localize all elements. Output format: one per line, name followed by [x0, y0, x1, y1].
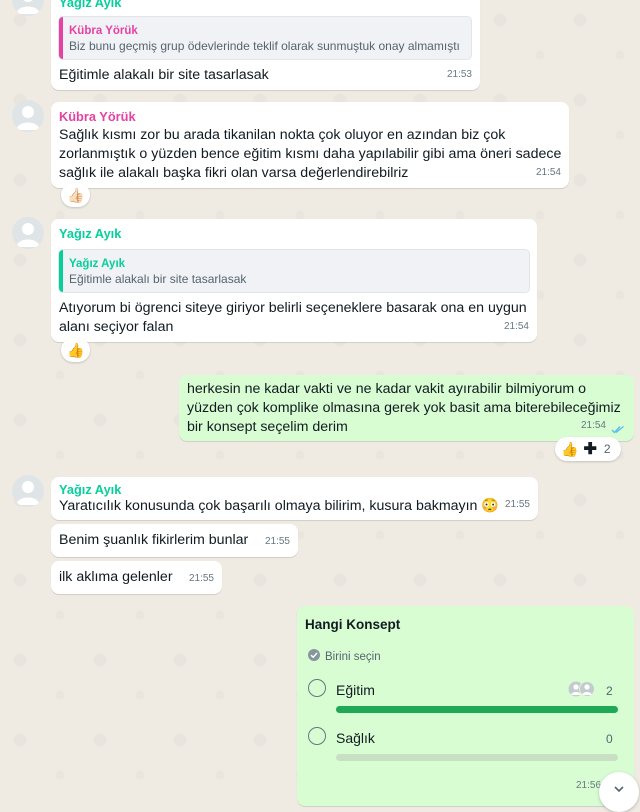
message-time: 21:55 — [188, 573, 214, 584]
check-circle-icon — [308, 649, 320, 661]
poll-option-radio[interactable] — [308, 679, 326, 697]
default-avatar-icon — [16, 106, 40, 130]
thumbs-up-icon: 👍🏻 — [67, 186, 85, 203]
poll-option-votes: 0 — [606, 732, 613, 746]
message-time: 21:54 — [580, 420, 606, 431]
thumbs-up-icon: 👍 — [561, 440, 579, 457]
reaction-badge[interactable]: 👍 ✚ 2 — [555, 437, 621, 461]
default-avatar-icon — [16, 481, 40, 505]
message-bubble[interactable]: Yağız Ayık Yaratıcılık konusunda çok baş… — [51, 477, 538, 520]
default-avatar-icon — [16, 0, 40, 14]
quote-text: Biz bunu geçmiş grup ödevlerinde teklif … — [69, 39, 460, 53]
poll-option-votes: 2 — [606, 684, 613, 698]
sender-name[interactable]: Yağız Ayık — [59, 0, 121, 11]
message-line: bir konsept seçelim derim — [187, 419, 348, 435]
poll-option-label[interactable]: Eğitim — [336, 681, 375, 700]
message-text: Yaratıcılık konusunda çok başarılı olmay… — [59, 498, 500, 514]
message-time: 21:55 — [504, 499, 530, 510]
message-text: Benim şuanlık fikirlerim bunlar — [59, 532, 249, 548]
thumbs-up-icon: 👍 — [67, 341, 85, 358]
voter-avatars-icon — [568, 681, 595, 697]
poll-option-radio[interactable] — [308, 727, 326, 745]
message-bubble[interactable]: Benim şuanlık fikirlerim bunlar 21:55 — [51, 524, 298, 557]
double-check-icon — [611, 425, 624, 434]
scroll-down-button[interactable] — [599, 772, 639, 812]
quoted-message[interactable]: Kübra Yörük Biz bunu geçmiş grup ödevler… — [58, 16, 472, 60]
avatar[interactable] — [12, 0, 44, 16]
avatar[interactable] — [12, 217, 44, 249]
poll-bubble[interactable]: Hangi Konsept Birini seçin Eğitim 2 Sağl… — [297, 606, 634, 806]
message-line: herkesin ne kadar vakti ve ne kadar vaki… — [187, 381, 586, 397]
sender-name[interactable]: Yağız Ayık — [59, 226, 121, 242]
poll-option-label[interactable]: Sağlık — [336, 729, 375, 748]
quote-text: Eğitimle alakalı bir site tasarlasak — [69, 272, 247, 286]
message-time: 21:54 — [503, 321, 529, 332]
quoted-message[interactable]: Yağız Ayık Eğitimle alakalı bir site tas… — [58, 249, 530, 293]
reaction-count: 2 — [603, 442, 611, 456]
sender-name[interactable]: Yağız Ayık — [59, 482, 121, 498]
poll-option-bar-fill — [336, 706, 618, 713]
sender-name[interactable]: Kübra Yörük — [59, 109, 136, 125]
message-time: 21:55 — [264, 536, 290, 547]
avatar[interactable] — [12, 475, 44, 507]
message-line: zorlanmıştık o yüzden bence eğitim kısmı… — [59, 146, 562, 162]
reaction-badge[interactable]: 👍 — [61, 338, 91, 362]
message-line: yüzden çok komplike olmasına gerek yok b… — [187, 400, 621, 416]
quote-bar — [59, 17, 63, 59]
poll-option-bar — [336, 706, 618, 713]
message-time: 21:53 — [446, 69, 472, 80]
outgoing-message-bubble[interactable]: herkesin ne kadar vakti ve ne kadar vaki… — [179, 375, 634, 441]
message-time: 21:56 — [576, 780, 602, 791]
reaction-badge[interactable]: 👍🏻 — [61, 183, 91, 207]
chevron-down-icon — [614, 786, 624, 793]
message-bubble[interactable]: Yağız Ayık Yağız Ayık Eğitimle alakalı b… — [51, 219, 537, 342]
message-bubble[interactable]: Yağız Ayık Kübra Yörük Biz bunu geçmiş g… — [51, 0, 480, 90]
message-text: Eğitimle alakalı bir site tasarlasak — [59, 67, 269, 83]
avatar[interactable] — [12, 100, 44, 132]
message-line: alanı seçiyor falan — [59, 319, 174, 335]
default-avatar-icon — [16, 223, 40, 247]
message-time: 21:54 — [535, 167, 561, 178]
message-line: sağlık ile alakalı başka fikri olan vars… — [59, 165, 409, 181]
poll-title: Hangi Konsept — [305, 617, 401, 632]
message-bubble[interactable]: ilk aklıma gelenler 21:55 — [51, 561, 222, 594]
message-line: Sağlık kısmı zor bu arada tikanilan nokt… — [59, 127, 506, 143]
plus-icon: ✚ — [583, 441, 597, 458]
message-line: Atıyorum bi ögrenci siteye giriyor belir… — [59, 300, 527, 316]
poll-option-bar — [336, 754, 618, 761]
quote-bar — [59, 250, 63, 292]
poll-hint: Birini seçin — [325, 651, 381, 663]
message-bubble[interactable]: Kübra Yörük Sağlık kısmı zor bu arada ti… — [51, 102, 569, 188]
message-text: ilk aklıma gelenler — [59, 569, 173, 585]
